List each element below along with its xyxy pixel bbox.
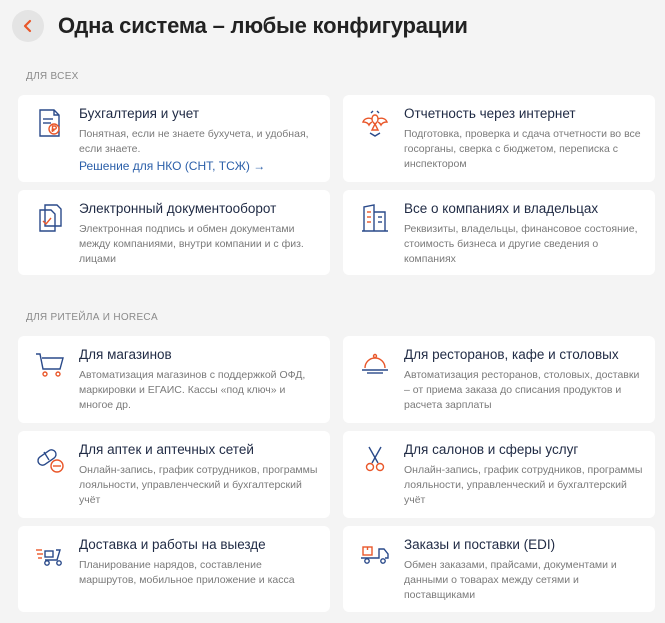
card-title: Для магазинов	[79, 347, 172, 362]
card-title: Электронный документооборот	[79, 201, 277, 216]
eagle-emblem-icon	[359, 107, 391, 139]
card-description: Понятная, если не знаете бухучета, и удо…	[79, 128, 309, 155]
card-description: Подготовка, проверка и сдача отчетности …	[404, 128, 641, 170]
card-description: Онлайн-запись, график сотрудников, прогр…	[79, 464, 318, 506]
shopping-cart-icon	[34, 348, 66, 380]
card-description: Автоматизация ресторанов, столовых, дост…	[404, 369, 640, 411]
card-companies[interactable]: Все о компаниях и владельцах Реквизиты, …	[343, 190, 655, 275]
card-title: Для аптек и аптечных сетей	[79, 442, 254, 457]
header: Одна система – любые конфигурации	[12, 10, 468, 42]
section-label-retail: ДЛЯ РИТЕЙЛА И HORECA	[26, 312, 158, 323]
card-title: Для салонов и сферы услуг	[404, 442, 579, 457]
page-title: Одна система – любые конфигурации	[58, 13, 468, 38]
pills-icon	[34, 443, 66, 475]
card-edo[interactable]: Электронный документооборот Электронная …	[18, 190, 330, 275]
card-title: Бухгалтерия и учет	[79, 106, 200, 121]
chevron-left-icon	[23, 19, 32, 33]
card-description: Планирование нарядов, составление маршру…	[79, 559, 295, 586]
card-title: Все о компаниях и владельцах	[404, 201, 599, 216]
card-description: Онлайн-запись, график сотрудников, прогр…	[404, 464, 643, 506]
scissors-icon	[359, 443, 391, 475]
card-reporting[interactable]: Отчетность через интернет Подготовка, пр…	[343, 95, 655, 182]
card-stores[interactable]: Для магазинов Автоматизация магазинов с …	[18, 336, 330, 423]
accounting-document-icon	[34, 107, 66, 139]
section-label-all: ДЛЯ ВСЕХ	[26, 71, 79, 82]
card-accounting[interactable]: Бухгалтерия и учет Понятная, если не зна…	[18, 95, 330, 182]
card-title: Доставка и работы на выезде	[79, 537, 266, 552]
card-salons[interactable]: Для салонов и сферы услуг Онлайн-запись,…	[343, 431, 655, 518]
card-title: Заказы и поставки (EDI)	[404, 537, 556, 552]
delivery-scooter-icon	[34, 538, 66, 570]
buildings-icon	[359, 202, 391, 234]
card-title: Отчетность через интернет	[404, 106, 576, 121]
card-description: Автоматизация магазинов с поддержкой ОФД…	[79, 369, 306, 411]
card-description: Обмен заказами, прайсами, документами и …	[404, 559, 617, 601]
card-delivery[interactable]: Доставка и работы на выезде Планирование…	[18, 526, 330, 612]
card-description: Реквизиты, владельцы, финансовое состоян…	[404, 223, 638, 265]
document-check-icon	[34, 202, 66, 234]
card-restaurants[interactable]: Для ресторанов, кафе и столовых Автомати…	[343, 336, 655, 423]
card-description: Электронная подпись и обмен документами …	[79, 223, 304, 265]
card-title: Для ресторанов, кафе и столовых	[404, 347, 619, 362]
cloche-icon	[359, 348, 391, 380]
nko-solution-link[interactable]: Решение для НКО (СНТ, ТСЖ) →	[79, 158, 265, 175]
delivery-truck-icon	[359, 538, 391, 570]
card-edi[interactable]: Заказы и поставки (EDI) Обмен заказами, …	[343, 526, 655, 612]
card-pharmacies[interactable]: Для аптек и аптечных сетей Онлайн-запись…	[18, 431, 330, 518]
back-button[interactable]	[12, 10, 44, 42]
